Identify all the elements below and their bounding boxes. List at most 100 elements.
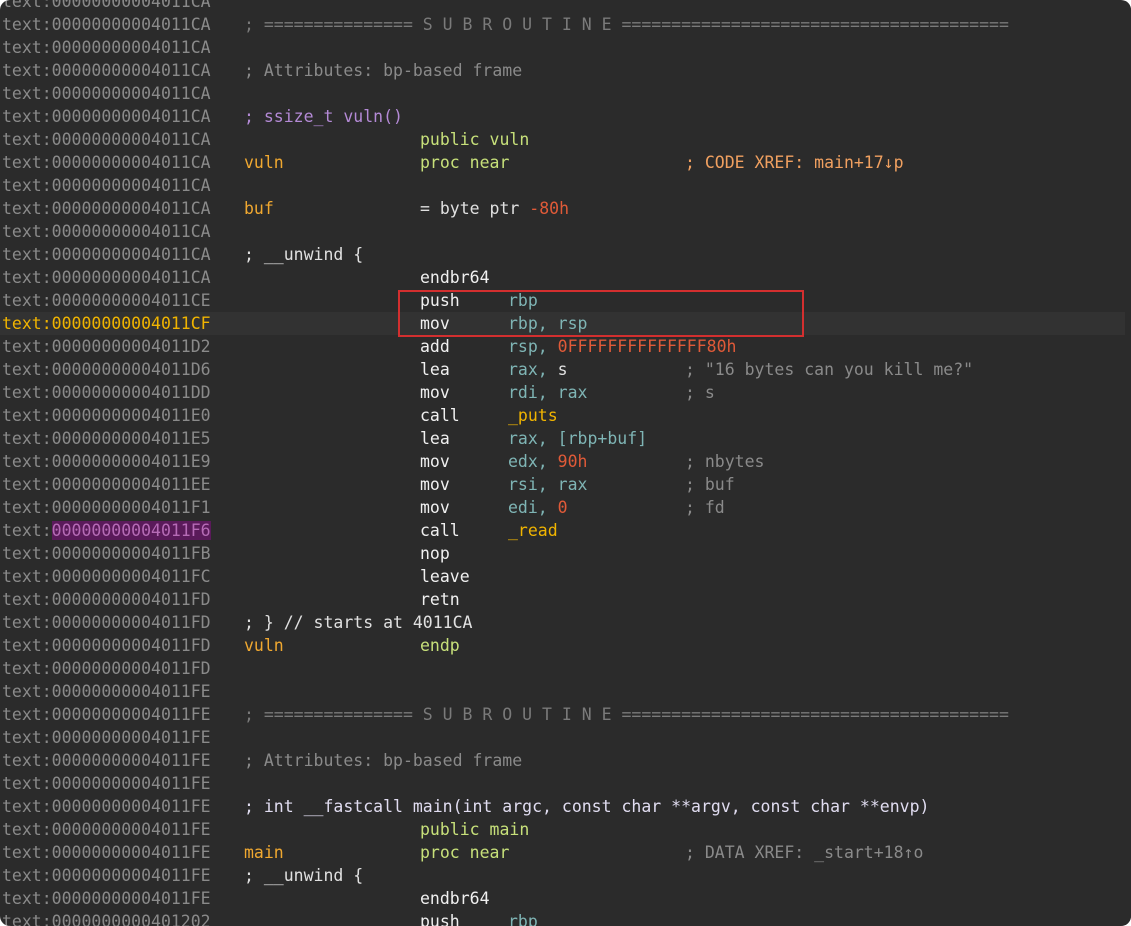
cross-reference[interactable]: ; CODE XREF: main+17↓p [685,151,904,174]
address[interactable]: text:00000000004011CF [2,312,211,335]
address[interactable]: text:00000000004011CA [2,82,211,105]
operands[interactable]: edi, 0 [508,496,568,519]
disasm-line[interactable]: text:00000000004011DD mov rdi, rax ; s [0,381,1131,404]
disasm-line[interactable]: text:00000000004011F1 mov edi, 0 ; fd [0,496,1131,519]
address[interactable]: text:00000000004011FE [2,680,211,703]
disasm-line[interactable]: text:00000000004011CF mov rbp, rsp [0,312,1131,335]
disasm-line[interactable]: text:00000000004011CA [0,36,1131,59]
symbol-label[interactable]: main [244,841,284,864]
address[interactable]: text:00000000004011FE [2,703,211,726]
address[interactable]: text:00000000004011FE [2,818,211,841]
disasm-line[interactable]: text:00000000004011CA ; =============== S… [0,13,1131,36]
operands[interactable]: rsp, 0FFFFFFFFFFFFFF80h [508,335,736,358]
address[interactable]: text:00000000004011D2 [2,335,211,358]
address[interactable]: text:00000000004011E0 [2,404,211,427]
address[interactable]: text:00000000004011F6 [2,519,211,542]
address[interactable]: text:00000000004011CA [2,266,211,289]
disasm-line[interactable]: text:00000000004011FD [0,657,1131,680]
address[interactable]: text:00000000004011FD [2,657,211,680]
disasm-line[interactable]: text:00000000004011CA [0,174,1131,197]
disasm-line[interactable]: text:00000000004011E5 lea rax, [rbp+buf] [0,427,1131,450]
disasm-line[interactable]: text:00000000004011FD vuln endp [0,634,1131,657]
operands[interactable]: _puts [508,404,558,427]
operands[interactable]: rsi, rax [508,473,587,496]
address[interactable]: text:00000000004011CA [2,0,211,13]
disasm-line[interactable]: text:00000000004011CA public vuln [0,128,1131,151]
operands[interactable]: rax, s [508,358,568,381]
disasm-line[interactable]: text:00000000004011CA vuln proc near ; CODE… [0,151,1131,174]
address[interactable]: text:00000000004011CA [2,197,211,220]
disasm-line[interactable]: text:00000000004011E9 mov edx, 90h ; nbytes [0,450,1131,473]
address[interactable]: text:00000000004011FD [2,634,211,657]
disasm-line[interactable]: text:00000000004011FE ; int __fastcall ma… [0,795,1131,818]
disasm-line[interactable]: text:00000000004011FE ; =============== S… [0,703,1131,726]
disasm-line[interactable]: text:00000000004011FE ; __unwind { [0,864,1131,887]
address[interactable]: text:00000000004011CA [2,174,211,197]
disasm-line[interactable]: text:00000000004011E0 call _puts [0,404,1131,427]
address[interactable]: text:00000000004011FC [2,565,211,588]
disasm-line[interactable]: text:00000000004011FE endbr64 [0,887,1131,910]
symbol-label[interactable]: buf [244,197,274,220]
address[interactable]: text:00000000004011CA [2,220,211,243]
disasm-line[interactable]: text:00000000004011CA ; Attributes: bp-ba… [0,59,1131,82]
address[interactable]: text:00000000004011FD [2,611,211,634]
disasm-line[interactable]: text:00000000004011FC leave [0,565,1131,588]
operand-call-target[interactable]: _read [508,521,558,540]
address[interactable]: text:00000000004011FE [2,864,211,887]
address[interactable]: text:0000000000401202 [2,910,211,926]
disasm-line[interactable]: text:00000000004011CA [0,0,1131,13]
disasm-line[interactable]: text:00000000004011FB nop [0,542,1131,565]
address[interactable]: text:00000000004011CA [2,105,211,128]
disassembly-view[interactable]: text:00000000004011CA text:00000000004011… [0,0,1131,926]
disasm-line[interactable]: text:00000000004011FD retn [0,588,1131,611]
address[interactable]: text:00000000004011CA [2,13,211,36]
disasm-line[interactable]: text:00000000004011CA buf = byte ptr -80h [0,197,1131,220]
disasm-line[interactable]: text:00000000004011FE [0,680,1131,703]
address[interactable]: text:00000000004011FD [2,588,211,611]
disasm-line[interactable]: text:00000000004011EE mov rsi, rax ; buf [0,473,1131,496]
address[interactable]: text:00000000004011D6 [2,358,211,381]
operands[interactable]: rax, [rbp+buf] [508,427,647,450]
disasm-line[interactable]: text:00000000004011FD ; } // starts at 40… [0,611,1131,634]
address[interactable]: text:00000000004011FE [2,841,211,864]
disasm-line[interactable]: text:00000000004011FE [0,772,1131,795]
disasm-line[interactable]: text:00000000004011CA [0,82,1131,105]
address[interactable]: text:00000000004011CA [2,243,211,266]
address[interactable]: text:00000000004011CA [2,36,211,59]
disasm-line[interactable]: text:00000000004011CE push rbp [0,289,1131,312]
address[interactable]: text:00000000004011CA [2,151,211,174]
address[interactable]: text:00000000004011F1 [2,496,211,519]
operands[interactable]: rbp [508,910,538,926]
disasm-line[interactable]: text:00000000004011D6 lea rax, s ; "16 byte… [0,358,1131,381]
operands[interactable]: rdi, rax [508,381,587,404]
disasm-line[interactable]: text:0000000000401202 push rbp [0,910,1131,926]
address[interactable]: text:00000000004011FE [2,887,211,910]
address[interactable]: text:00000000004011FE [2,795,211,818]
address[interactable]: text:00000000004011DD [2,381,211,404]
address[interactable]: text:00000000004011EE [2,473,211,496]
address[interactable]: text:00000000004011CA [2,59,211,82]
disasm-line[interactable]: text:00000000004011CA [0,220,1131,243]
symbol-label[interactable]: vuln [244,634,284,657]
address[interactable]: text:00000000004011E5 [2,427,211,450]
address[interactable]: text:00000000004011FE [2,726,211,749]
disasm-line[interactable]: text:00000000004011D2 add rsp, 0FFFFFFFFFF… [0,335,1131,358]
operands[interactable]: _read [508,519,558,542]
address[interactable]: text:00000000004011E9 [2,450,211,473]
address[interactable]: text:00000000004011FB [2,542,211,565]
operands[interactable]: rbp [508,289,538,312]
disasm-line[interactable]: text:00000000004011CA endbr64 [0,266,1131,289]
address[interactable]: text:00000000004011CE [2,289,211,312]
operands[interactable]: edx, 90h [508,450,587,473]
address[interactable]: text:00000000004011CA [2,128,211,151]
disasm-line[interactable]: text:00000000004011FE [0,726,1131,749]
disasm-line[interactable]: text:00000000004011CA ; __unwind { [0,243,1131,266]
cross-reference[interactable]: ; DATA XREF: _start+18↑o [685,841,923,864]
symbol-label[interactable]: vuln [244,151,284,174]
address[interactable]: text:00000000004011FE [2,772,211,795]
disasm-line[interactable]: text:00000000004011CA ; ssize_t vuln() [0,105,1131,128]
address[interactable]: text:00000000004011FE [2,749,211,772]
operands[interactable]: rbp, rsp [508,312,587,335]
disasm-line[interactable]: text:00000000004011FE main proc near ; DATA… [0,841,1131,864]
operand-call-target[interactable]: _puts [508,406,558,425]
